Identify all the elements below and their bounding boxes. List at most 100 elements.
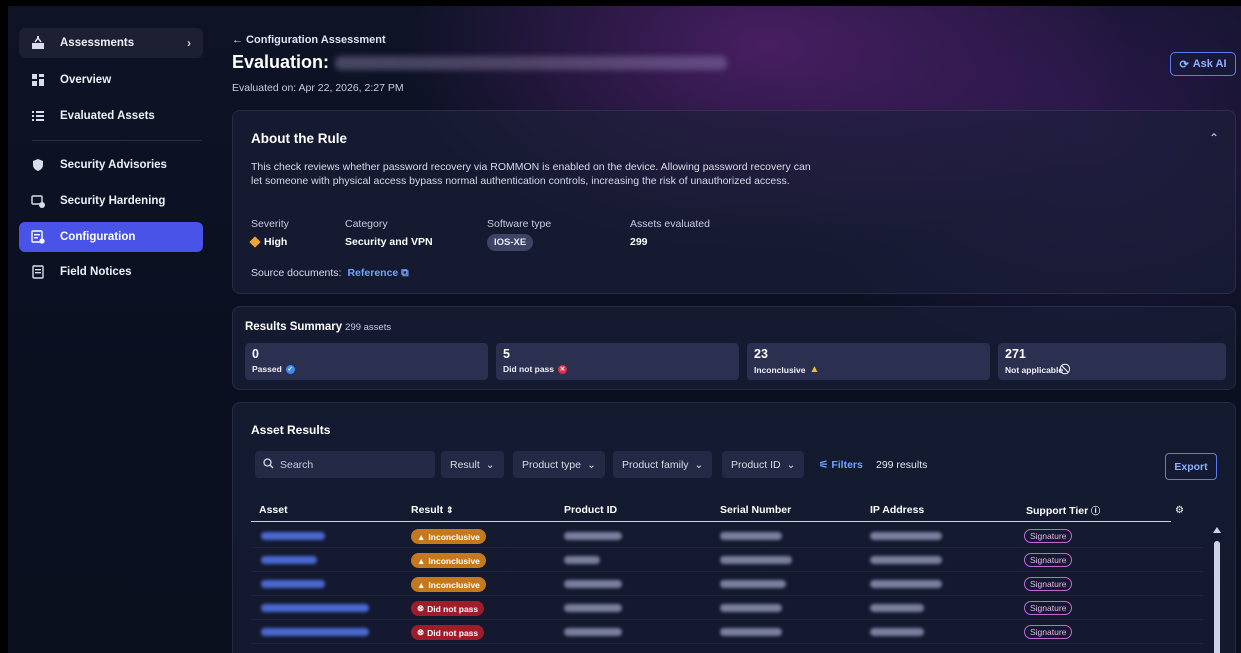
warning-icon: ▲ bbox=[809, 364, 820, 375]
search-icon bbox=[263, 457, 274, 472]
column-header-result[interactable]: Result ⇕ bbox=[411, 504, 454, 516]
sidebar-item-field-notices[interactable]: Field Notices bbox=[19, 257, 203, 287]
filter-product-id-dropdown[interactable]: Product ID ⌄ bbox=[722, 451, 805, 478]
assets-evaluated-label: Assets evaluated bbox=[630, 218, 710, 230]
sidebar-item-security-hardening[interactable]: Security Hardening bbox=[19, 186, 203, 216]
sidebar-item-label: Security Hardening bbox=[60, 195, 166, 207]
stat-not-applicable[interactable]: 271 Not applicable⃠ bbox=[998, 343, 1226, 380]
sidebar-item-assessments[interactable]: Assessments › bbox=[19, 28, 203, 58]
sidebar-divider bbox=[32, 140, 202, 141]
table-scrollbar[interactable] bbox=[1213, 527, 1221, 653]
stat-value: 271 bbox=[1005, 347, 1026, 361]
asset-name-redacted[interactable] bbox=[261, 556, 317, 564]
ip-address-redacted bbox=[870, 628, 924, 636]
table-row[interactable]: ▲ Inconclusive Signature bbox=[251, 525, 1203, 548]
support-tier-badge: Signature bbox=[1024, 553, 1073, 567]
chevron-up-icon[interactable]: ⌃ bbox=[1209, 131, 1219, 145]
asset-name-redacted[interactable] bbox=[261, 604, 369, 612]
result-badge: ⊗ Did not pass bbox=[411, 601, 485, 616]
stat-passed[interactable]: 0 Passed ✓ bbox=[245, 343, 488, 380]
column-header-product-id[interactable]: Product ID bbox=[564, 504, 617, 516]
x-circle-icon: ✕ bbox=[558, 364, 568, 374]
warning-icon: ▲ bbox=[417, 531, 426, 542]
shield-icon bbox=[31, 158, 45, 172]
check-circle-icon: ✓ bbox=[285, 364, 295, 374]
sort-icon: ⇕ bbox=[446, 505, 454, 515]
serial-number-redacted bbox=[720, 580, 786, 588]
scroll-up-arrow-icon[interactable] bbox=[1213, 527, 1221, 533]
serial-number-redacted bbox=[720, 532, 782, 540]
sidebar-item-label: Assessments bbox=[60, 37, 135, 49]
reference-link[interactable]: Reference ⧉ bbox=[347, 267, 408, 279]
sidebar-item-evaluated-assets[interactable]: Evaluated Assets bbox=[19, 101, 203, 131]
filter-result-dropdown[interactable]: Result ⌄ bbox=[441, 451, 504, 478]
evaluated-date: Evaluated on: Apr 22, 2026, 2:27 PM bbox=[232, 82, 404, 94]
x-circle-icon: ⊗ bbox=[417, 627, 425, 637]
stat-label: Not applicable⃠ bbox=[1005, 364, 1064, 375]
sidebar-item-security-advisories[interactable]: Security Advisories bbox=[19, 150, 203, 180]
result-badge: ⊗ Did not pass bbox=[411, 625, 485, 640]
back-link[interactable]: ← Configuration Assessment bbox=[232, 34, 386, 46]
ip-address-redacted bbox=[870, 532, 942, 540]
category-value: Security and VPN bbox=[345, 236, 433, 248]
stat-did-not-pass[interactable]: 5 Did not pass ✕ bbox=[496, 343, 739, 380]
support-tier-badge: Signature bbox=[1024, 529, 1073, 543]
chevron-right-icon: › bbox=[187, 36, 191, 50]
table-row[interactable]: ⊗ Did not pass Signature bbox=[251, 621, 1203, 644]
table-row[interactable]: ⊗ Did not pass Signature bbox=[251, 597, 1203, 620]
stat-label: Passed ✓ bbox=[252, 364, 295, 374]
table-row[interactable]: ▲ Inconclusive Signature bbox=[251, 573, 1203, 596]
source-label: Source documents: bbox=[251, 267, 342, 279]
table-row[interactable]: ▲ Inconclusive Signature bbox=[251, 549, 1203, 572]
severity-high-icon bbox=[249, 236, 261, 248]
product-id-redacted bbox=[564, 556, 600, 564]
asset-name-redacted[interactable] bbox=[261, 628, 369, 636]
result-badge: ▲ Inconclusive bbox=[411, 577, 486, 592]
export-button[interactable]: Export bbox=[1165, 453, 1217, 480]
search-input[interactable]: Search bbox=[255, 451, 435, 478]
severity-text: High bbox=[264, 236, 288, 248]
filters-button[interactable]: ⚟ Filters bbox=[819, 459, 863, 471]
stat-label: Did not pass ✕ bbox=[503, 364, 568, 374]
sidebar-item-configuration[interactable]: Configuration bbox=[19, 222, 203, 252]
chevron-down-icon: ⌄ bbox=[694, 458, 704, 471]
x-circle-icon: ⊗ bbox=[417, 603, 425, 613]
list-icon bbox=[31, 109, 45, 123]
configuration-icon bbox=[31, 230, 45, 244]
chevron-down-icon: ⌄ bbox=[786, 458, 796, 471]
stat-value: 5 bbox=[503, 347, 510, 361]
column-settings-icon[interactable]: ⚙ bbox=[1175, 505, 1184, 516]
results-summary-panel: Results Summary 299 assets 0 Passed ✓ 5 Di… bbox=[232, 306, 1236, 390]
scroll-thumb[interactable] bbox=[1214, 541, 1220, 653]
column-header-ip-address[interactable]: IP Address bbox=[870, 504, 924, 516]
software-type-pill: IOS-XE bbox=[487, 234, 534, 251]
warning-icon: ▲ bbox=[417, 579, 426, 590]
page-title: Evaluation: bbox=[232, 52, 728, 73]
ip-address-redacted bbox=[870, 580, 942, 588]
stat-inconclusive[interactable]: 23 Inconclusive ▲ bbox=[747, 343, 990, 380]
asset-name-redacted[interactable] bbox=[261, 532, 325, 540]
filter-product-family-dropdown[interactable]: Product family ⌄ bbox=[613, 451, 713, 478]
warning-icon: ▲ bbox=[417, 555, 426, 566]
chevron-down-icon: ⌄ bbox=[485, 458, 495, 471]
sidebar-item-label: Evaluated Assets bbox=[60, 110, 155, 122]
asset-name-redacted[interactable] bbox=[261, 580, 325, 588]
software-type-label: Software type bbox=[487, 218, 552, 230]
filter-product-type-dropdown[interactable]: Product type ⌄ bbox=[513, 451, 605, 478]
sidebar-item-label: Overview bbox=[60, 74, 112, 86]
ask-ai-button[interactable]: ⟳ Ask AI bbox=[1170, 52, 1236, 76]
ask-ai-label: Ask AI bbox=[1192, 58, 1227, 70]
column-header-asset[interactable]: Asset bbox=[259, 504, 288, 516]
sidebar-item-overview[interactable]: Overview bbox=[19, 65, 203, 95]
sidebar: Assessments › Overview Evaluated Assets … bbox=[8, 6, 216, 653]
sidebar-item-label: Configuration bbox=[60, 231, 136, 243]
column-header-serial-number[interactable]: Serial Number bbox=[720, 504, 791, 516]
hardening-icon bbox=[31, 194, 45, 208]
redacted-rule-name bbox=[335, 56, 728, 71]
source-documents: Source documents: Reference ⧉ bbox=[251, 267, 409, 280]
column-header-support-tier[interactable]: Support Tier ⓘ bbox=[1026, 504, 1100, 517]
assessments-icon bbox=[31, 36, 45, 50]
support-tier-badge: Signature bbox=[1024, 601, 1073, 615]
serial-number-redacted bbox=[720, 604, 782, 612]
category-label: Category bbox=[345, 218, 388, 230]
